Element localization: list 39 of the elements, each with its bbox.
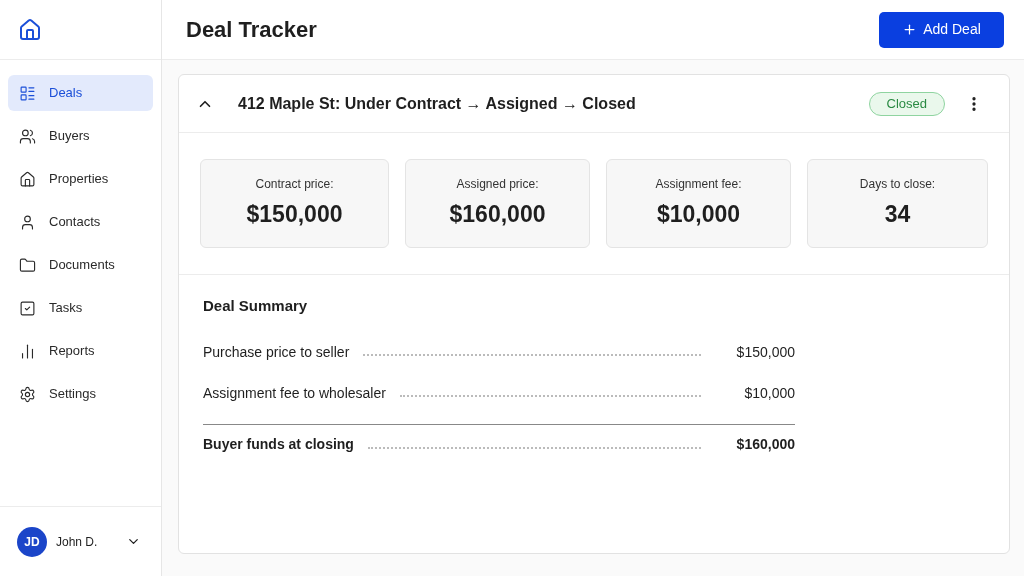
folder-icon (19, 256, 36, 274)
list-icon (19, 84, 36, 102)
deal-title: 412 Maple St: Under Contract → Assigned → Closed (238, 93, 636, 114)
summary-label: Assignment fee to wholesaler (203, 383, 386, 403)
sidebar-item[interactable]: Reports (8, 333, 153, 369)
house-icon (19, 170, 36, 188)
sidebar-item[interactable]: Documents (8, 247, 153, 283)
summary-label: Buyer funds at closing (203, 435, 354, 454)
plus-icon (902, 22, 918, 37)
bar-chart-icon (19, 342, 36, 360)
sidebar-item[interactable]: Settings (8, 376, 153, 412)
sidebar-item[interactable]: Buyers (8, 118, 153, 154)
stat-label: Assigned price: (456, 176, 539, 194)
user-name: John D. (56, 533, 98, 551)
stat-label: Assignment fee: (655, 176, 742, 194)
summary-label: Purchase price to seller (203, 342, 350, 362)
stat-value: $10,000 (656, 200, 741, 230)
page-title: Deal Tracker (186, 16, 317, 44)
settings-icon (19, 385, 36, 403)
users-icon (19, 127, 36, 145)
summary-value: $10,000 (743, 383, 795, 403)
checkbox-icon (19, 299, 36, 317)
summary-value: $160,000 (735, 435, 795, 454)
summary-value: $150,000 (735, 342, 795, 362)
home-icon[interactable] (18, 17, 42, 42)
sidebar-item[interactable]: Contacts (8, 204, 153, 240)
sidebar-item[interactable]: Deals (8, 75, 153, 111)
stat-value: 34 (884, 200, 911, 230)
summary-title: Deal Summary (203, 296, 309, 316)
person-icon (19, 213, 36, 231)
sidebar-item[interactable]: Tasks (8, 290, 153, 326)
stat-value: $160,000 (449, 200, 546, 230)
add-deal-button[interactable]: Add Deal (879, 11, 1004, 48)
sidebar-item[interactable]: Properties (8, 161, 153, 197)
status-badge: Closed (868, 91, 945, 116)
stat-label: Contract price: (255, 176, 334, 194)
avatar: JD (17, 526, 47, 557)
stat-value: $150,000 (246, 200, 343, 230)
stat-label: Days to close: (859, 176, 936, 194)
